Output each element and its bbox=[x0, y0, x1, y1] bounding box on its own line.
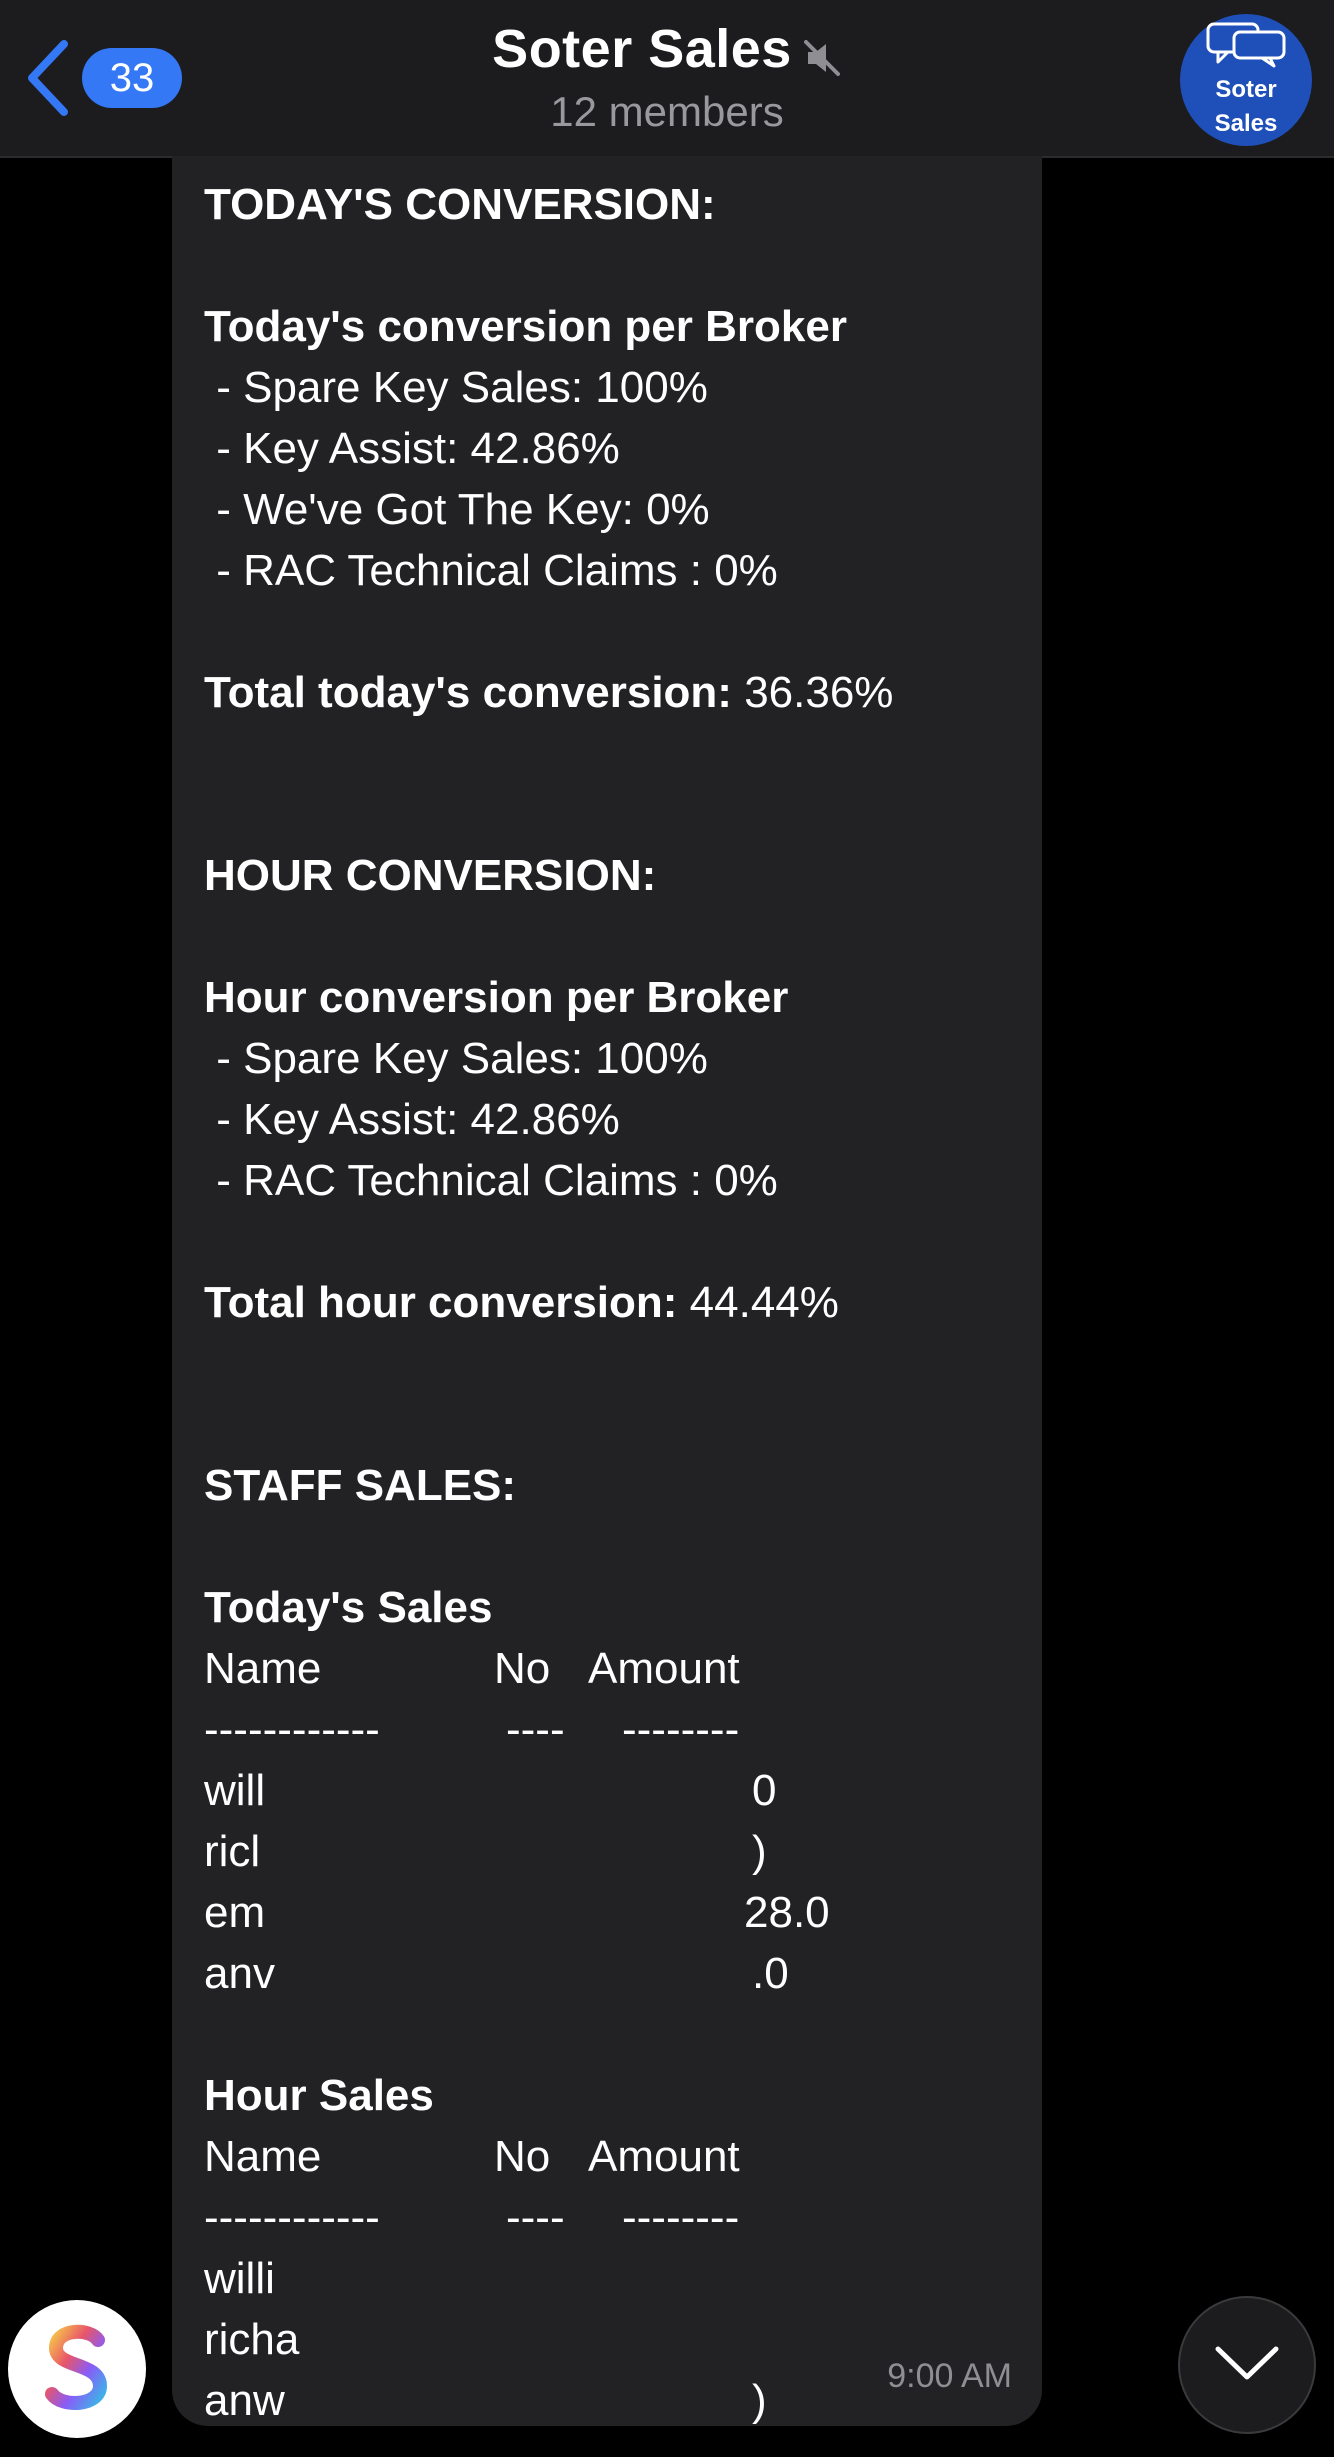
mute-icon bbox=[802, 29, 842, 76]
table-cell-name: willi bbox=[204, 2254, 275, 2303]
message-line-text: HOUR CONVERSION: bbox=[204, 851, 657, 900]
table-cell-amount: ) bbox=[752, 1827, 767, 1876]
message-line-text: - Key Assist: 42.86% bbox=[204, 1095, 620, 1144]
table-row: will 0 bbox=[204, 1760, 1024, 1821]
message-line: TODAY'S CONVERSION: bbox=[204, 174, 1024, 235]
message-line: - Key Assist: 42.86% bbox=[204, 418, 1024, 479]
table-divider-cell: ---- bbox=[506, 1705, 565, 1754]
chat-title-text: Soter Sales bbox=[492, 19, 792, 79]
table-divider-cell: ---- bbox=[506, 2193, 565, 2242]
table-divider-cell: -------- bbox=[622, 1705, 740, 1754]
message-line-text: - We've Got The Key: 0% bbox=[204, 485, 710, 534]
message-line-text: - Key Assist: 42.86% bbox=[204, 424, 620, 473]
avatar-text-line2: Sales bbox=[1214, 109, 1278, 137]
table-header: Name No Amount bbox=[204, 1638, 1024, 1699]
table-cell-amount: ) bbox=[752, 2376, 767, 2425]
table-divider-cell: ------------ bbox=[204, 1705, 380, 1754]
table-cell-amount: .0 bbox=[752, 1949, 789, 1998]
message-line: - RAC Technical Claims : 0% bbox=[204, 1150, 1024, 1211]
group-avatar[interactable]: Soter Sales bbox=[1180, 14, 1312, 146]
message-bubble[interactable]: TODAY'S CONVERSION: Today's conversion pe… bbox=[172, 156, 1042, 2426]
table-row: ricl) bbox=[204, 1821, 1024, 1882]
table-cell-name: ricl bbox=[204, 1827, 261, 1876]
chevron-down-icon bbox=[1214, 2343, 1280, 2388]
message-line-text: Total hour conversion: bbox=[204, 1278, 678, 1327]
message-line: Total hour conversion: 44.44% bbox=[204, 1272, 1024, 1333]
message-text: TODAY'S CONVERSION: Today's conversion pe… bbox=[204, 174, 1024, 2426]
table-cell-name: em bbox=[204, 1888, 266, 1937]
message-line-value: 36.36% bbox=[731, 668, 894, 717]
message-line-text: TODAY'S CONVERSION: bbox=[204, 180, 716, 229]
chat-header: 33 Soter Sales 12 members Soter Sales bbox=[0, 0, 1334, 158]
app-shortcut-button[interactable] bbox=[8, 2300, 146, 2438]
message-line: - Spare Key Sales: 100% bbox=[204, 357, 1024, 418]
message-line: STAFF SALES: bbox=[204, 1455, 1024, 1516]
table-cell-name: anv bbox=[204, 1949, 275, 1998]
table-header-cell: Name bbox=[204, 1644, 322, 1693]
message-line-text: STAFF SALES: bbox=[204, 1461, 517, 1510]
message-line-text: - RAC Technical Claims : 0% bbox=[204, 1156, 778, 1205]
message-line-text: - Spare Key Sales: 100% bbox=[204, 363, 708, 412]
table-header-cell: Amount bbox=[588, 1644, 740, 1693]
member-count: 12 members bbox=[550, 88, 784, 135]
avatar-text-line1: Soter bbox=[1215, 75, 1277, 103]
table-cell-name: richa bbox=[204, 2315, 300, 2364]
table-row: anv .0 bbox=[204, 1943, 1024, 2004]
table-divider-cell: -------- bbox=[622, 2193, 740, 2242]
app-logo-icon bbox=[42, 2322, 112, 2417]
message-line: Today's conversion per Broker bbox=[204, 296, 1024, 357]
table-row: em 28.0 bbox=[204, 1882, 1024, 1943]
table-divider: ------------ ---- -------- bbox=[204, 1699, 1024, 1760]
hour-sales-title: Hour Sales bbox=[204, 2071, 434, 2120]
message-line: Total today's conversion: 36.36% bbox=[204, 662, 1024, 723]
message-line: - RAC Technical Claims : 0% bbox=[204, 540, 1024, 601]
table-header-cell: Amount bbox=[588, 2132, 740, 2181]
chat-title: Soter Sales bbox=[492, 18, 842, 80]
table-header-cell: No bbox=[494, 2132, 551, 2181]
message-line: - Key Assist: 42.86% bbox=[204, 1089, 1024, 1150]
table-divider: ------------ ---- -------- bbox=[204, 2187, 1024, 2248]
message-line: HOUR CONVERSION: bbox=[204, 845, 1024, 906]
table-header: Name No Amount bbox=[204, 2126, 1024, 2187]
message-line-text: - Spare Key Sales: 100% bbox=[204, 1034, 708, 1083]
message-timestamp: 9:00 AM bbox=[887, 2357, 1012, 2395]
message-line: - Spare Key Sales: 100% bbox=[204, 1028, 1024, 1089]
message-line-text: - RAC Technical Claims : 0% bbox=[204, 546, 778, 595]
message-line-text: Total today's conversion: bbox=[204, 668, 732, 717]
message-line-value: 44.44% bbox=[677, 1278, 839, 1327]
table-cell-name: will bbox=[204, 1766, 266, 1815]
table-cell-name: anw bbox=[204, 2376, 285, 2425]
scroll-to-bottom-button[interactable] bbox=[1178, 2296, 1316, 2434]
table-cell-amount: 0 bbox=[752, 1766, 777, 1815]
table-header-cell: No bbox=[494, 1644, 551, 1693]
message-line: Hour conversion per Broker bbox=[204, 967, 1024, 1028]
chat-title-area[interactable]: Soter Sales 12 members bbox=[0, 18, 1334, 136]
table-cell-amount: 28.0 bbox=[744, 1888, 830, 1937]
chat-bubbles-icon bbox=[1204, 20, 1288, 73]
message-line-text: Today's conversion per Broker bbox=[204, 302, 847, 351]
message-line: - We've Got The Key: 0% bbox=[204, 479, 1024, 540]
message-line: Today's Sales bbox=[204, 1577, 1024, 1638]
message-line-text: Today's Sales bbox=[204, 1583, 493, 1632]
table-header-cell: Name bbox=[204, 2132, 322, 2181]
table-divider-cell: ------------ bbox=[204, 2193, 380, 2242]
table-row: willi bbox=[204, 2248, 1024, 2309]
message-line-text: Hour conversion per Broker bbox=[204, 973, 789, 1022]
